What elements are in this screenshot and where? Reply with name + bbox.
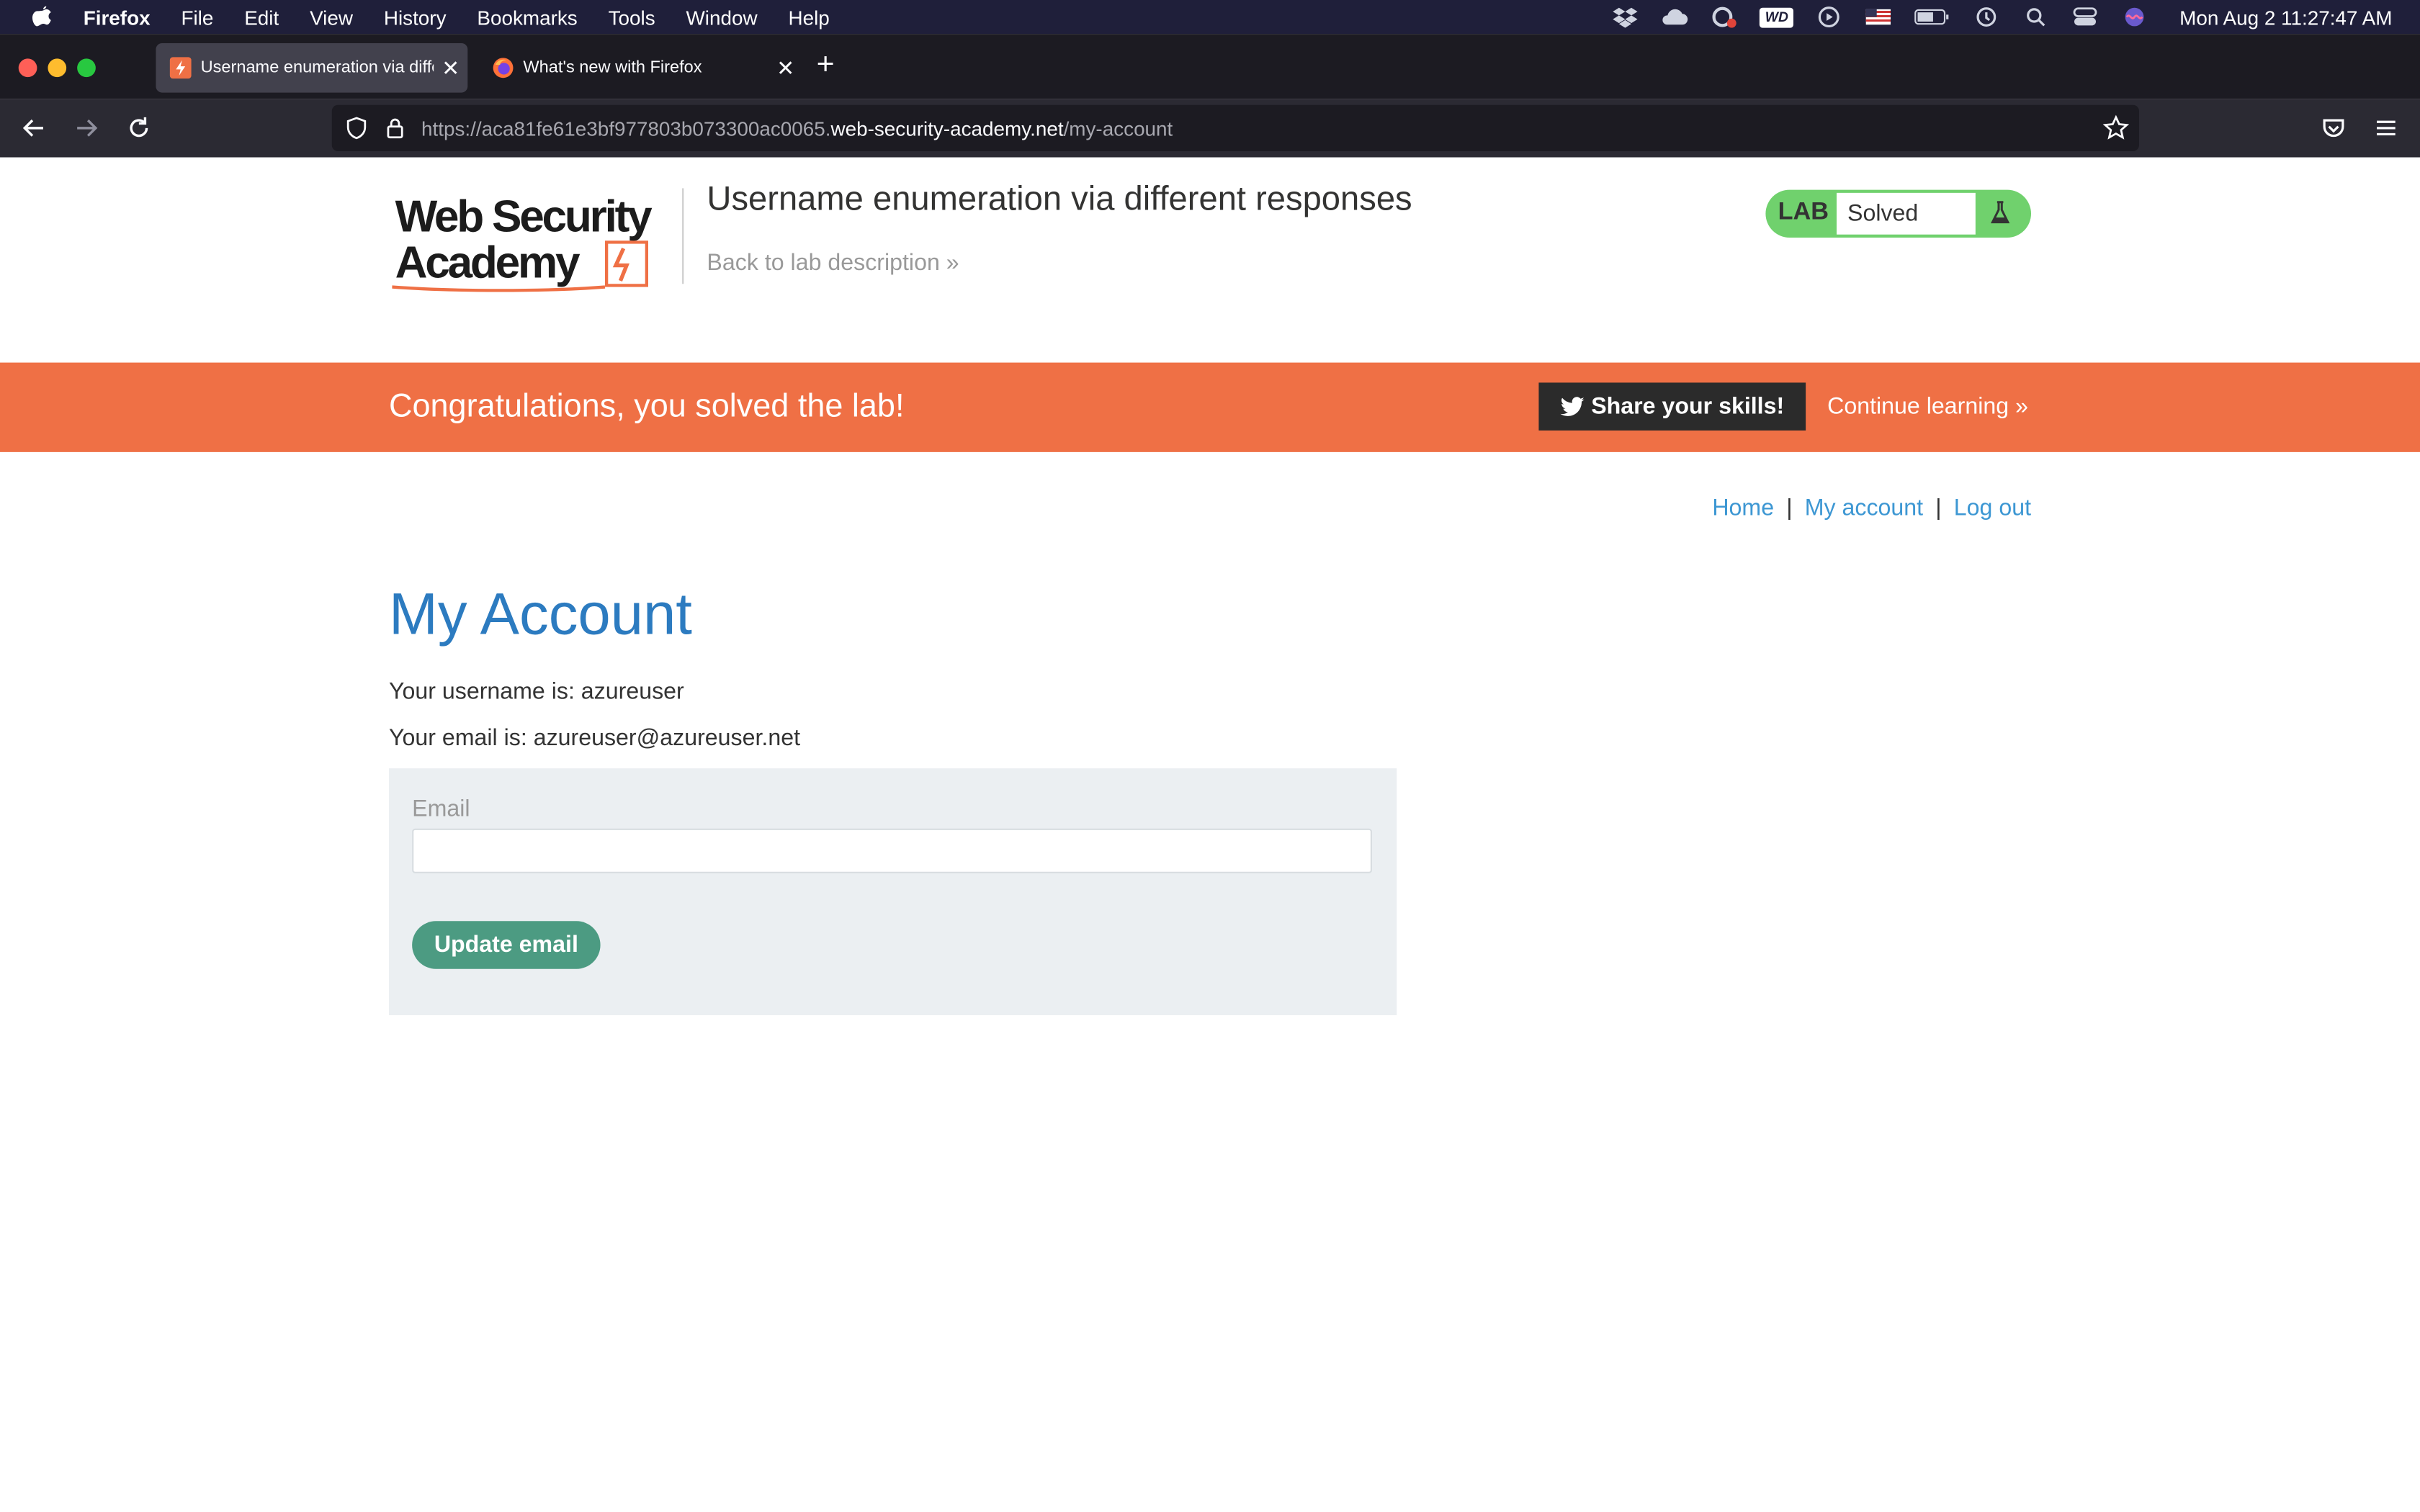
logo-text-line1: Web Security: [395, 192, 653, 241]
tab-title: What's new with Firefox: [523, 58, 702, 78]
home-link[interactable]: Home: [1712, 495, 1774, 521]
menu-window[interactable]: Window: [686, 6, 758, 29]
firefox-favicon: [493, 58, 514, 78]
play-icon[interactable]: [1815, 6, 1843, 28]
tab-username-enumeration[interactable]: Username enumeration via different respo…: [156, 43, 468, 93]
window-close-button[interactable]: [18, 58, 37, 78]
double-chevron-right-icon: »: [2015, 393, 2028, 420]
tab-close-icon[interactable]: ✕: [768, 55, 802, 81]
bookmark-star-icon[interactable]: [2102, 114, 2130, 143]
lab-status-text: Solved: [1837, 192, 1976, 235]
apple-icon[interactable]: [30, 4, 54, 29]
page-title: My Account: [389, 583, 692, 648]
logo-text-line2: Academy: [395, 238, 581, 288]
tab-whats-new-firefox[interactable]: What's new with Firefox ✕: [478, 43, 802, 93]
back-arrow-icon[interactable]: [19, 112, 50, 143]
menu-view[interactable]: View: [310, 6, 353, 29]
url-bar[interactable]: https://aca81fe61e3bf977803b073300ac0065…: [331, 104, 2139, 151]
new-tab-button[interactable]: +: [817, 48, 835, 83]
menu-app-firefox[interactable]: Firefox: [84, 6, 151, 29]
search-icon[interactable]: [2022, 6, 2051, 28]
siri-icon[interactable]: [2121, 6, 2149, 28]
back-to-lab-description-link[interactable]: Back to lab description »: [707, 250, 959, 276]
lab-title: Username enumeration via different respo…: [707, 179, 1412, 218]
menu-bar-status-area: WD Mon Aug 2 11:27:47 AM: [1612, 0, 2392, 34]
web-security-academy-favicon: [169, 57, 192, 79]
macos-menu-bar: Firefox File Edit View History Bookmarks…: [0, 0, 2420, 35]
congratulations-message: Congratulations, you solved the lab!: [389, 389, 905, 425]
tab-title: Username enumeration via different respo…: [200, 58, 434, 78]
logo-bolt-icon: [612, 247, 629, 282]
url-path: /my-account: [1063, 117, 1173, 140]
time-machine-icon[interactable]: [1973, 6, 2001, 28]
window-minimize-button[interactable]: [48, 58, 67, 78]
nav-separator: |: [1935, 495, 1942, 522]
username-info: Your username is: azureuser: [389, 678, 684, 706]
lock-icon[interactable]: [382, 116, 407, 140]
battery-icon[interactable]: [1914, 6, 1951, 28]
update-email-button[interactable]: Update email: [412, 921, 601, 969]
my-account-link[interactable]: My account: [1805, 495, 1923, 521]
menu-tools[interactable]: Tools: [609, 6, 655, 29]
email-field[interactable]: [412, 828, 1372, 873]
url-host: web-security-academy.net: [830, 117, 1064, 140]
twitter-icon: [1560, 396, 1585, 415]
menu-history[interactable]: History: [384, 6, 447, 29]
window-zoom-button[interactable]: [77, 58, 96, 78]
reload-icon[interactable]: [123, 112, 154, 143]
control-center-icon[interactable]: [2071, 6, 2099, 28]
continue-learning-label: Continue learning: [1827, 393, 2009, 420]
us-flag-icon[interactable]: [1865, 6, 1893, 28]
menu-file[interactable]: File: [181, 6, 213, 29]
continue-learning-link[interactable]: Continue learning »: [1827, 393, 2028, 419]
creative-cloud-icon[interactable]: [1711, 6, 1739, 28]
browser-navigation-bar: https://aca81fe61e3bf977803b073300ac0065…: [0, 99, 2420, 158]
nav-separator: |: [1786, 495, 1793, 522]
web-security-academy-logo[interactable]: Web Security Academy: [392, 188, 679, 293]
wd-icon[interactable]: WD: [1760, 6, 1794, 27]
header-divider: [682, 188, 684, 284]
update-email-form: Email Update email: [389, 768, 1397, 1015]
email-field-label: Email: [412, 796, 470, 823]
dropbox-icon[interactable]: [1612, 6, 1640, 28]
browser-tab-strip: Username enumeration via different respo…: [0, 34, 2420, 99]
log-out-link[interactable]: Log out: [1954, 495, 2031, 521]
lab-badge-label: LAB: [1778, 199, 1829, 225]
menu-bookmarks[interactable]: Bookmarks: [477, 6, 577, 29]
pocket-icon[interactable]: [2318, 112, 2349, 143]
menu-bar-clock[interactable]: Mon Aug 2 11:27:47 AM: [2179, 6, 2392, 29]
hamburger-menu-icon[interactable]: [2370, 112, 2401, 143]
tab-close-icon[interactable]: ✕: [434, 55, 467, 81]
share-your-skills-button[interactable]: Share your skills!: [1538, 382, 1806, 431]
menu-edit[interactable]: Edit: [244, 6, 279, 29]
forward-arrow-icon[interactable]: [71, 112, 102, 143]
double-chevron-right-icon: »: [946, 250, 959, 276]
tracking-protection-shield-icon[interactable]: [344, 116, 369, 140]
flask-icon: [1991, 201, 2010, 224]
solved-banner: Congratulations, you solved the lab! Sha…: [0, 362, 2420, 452]
menu-help[interactable]: Help: [788, 6, 829, 29]
email-info: Your email is: azureuser@azureuser.net: [389, 725, 801, 752]
cloud-icon[interactable]: [1661, 6, 1689, 28]
url-text[interactable]: https://aca81fe61e3bf977803b073300ac0065…: [421, 117, 1173, 140]
page-content: Web Security Academy Username enumeratio…: [0, 157, 2420, 1512]
lab-status-badge: LAB Solved: [1765, 189, 2031, 238]
account-nav: Home | My account | Log out: [1712, 495, 2031, 521]
url-prefix: https://aca81fe61e3bf977803b073300ac0065…: [421, 117, 831, 140]
share-button-label: Share your skills!: [1591, 393, 1785, 420]
back-link-label: Back to lab description: [707, 250, 940, 276]
